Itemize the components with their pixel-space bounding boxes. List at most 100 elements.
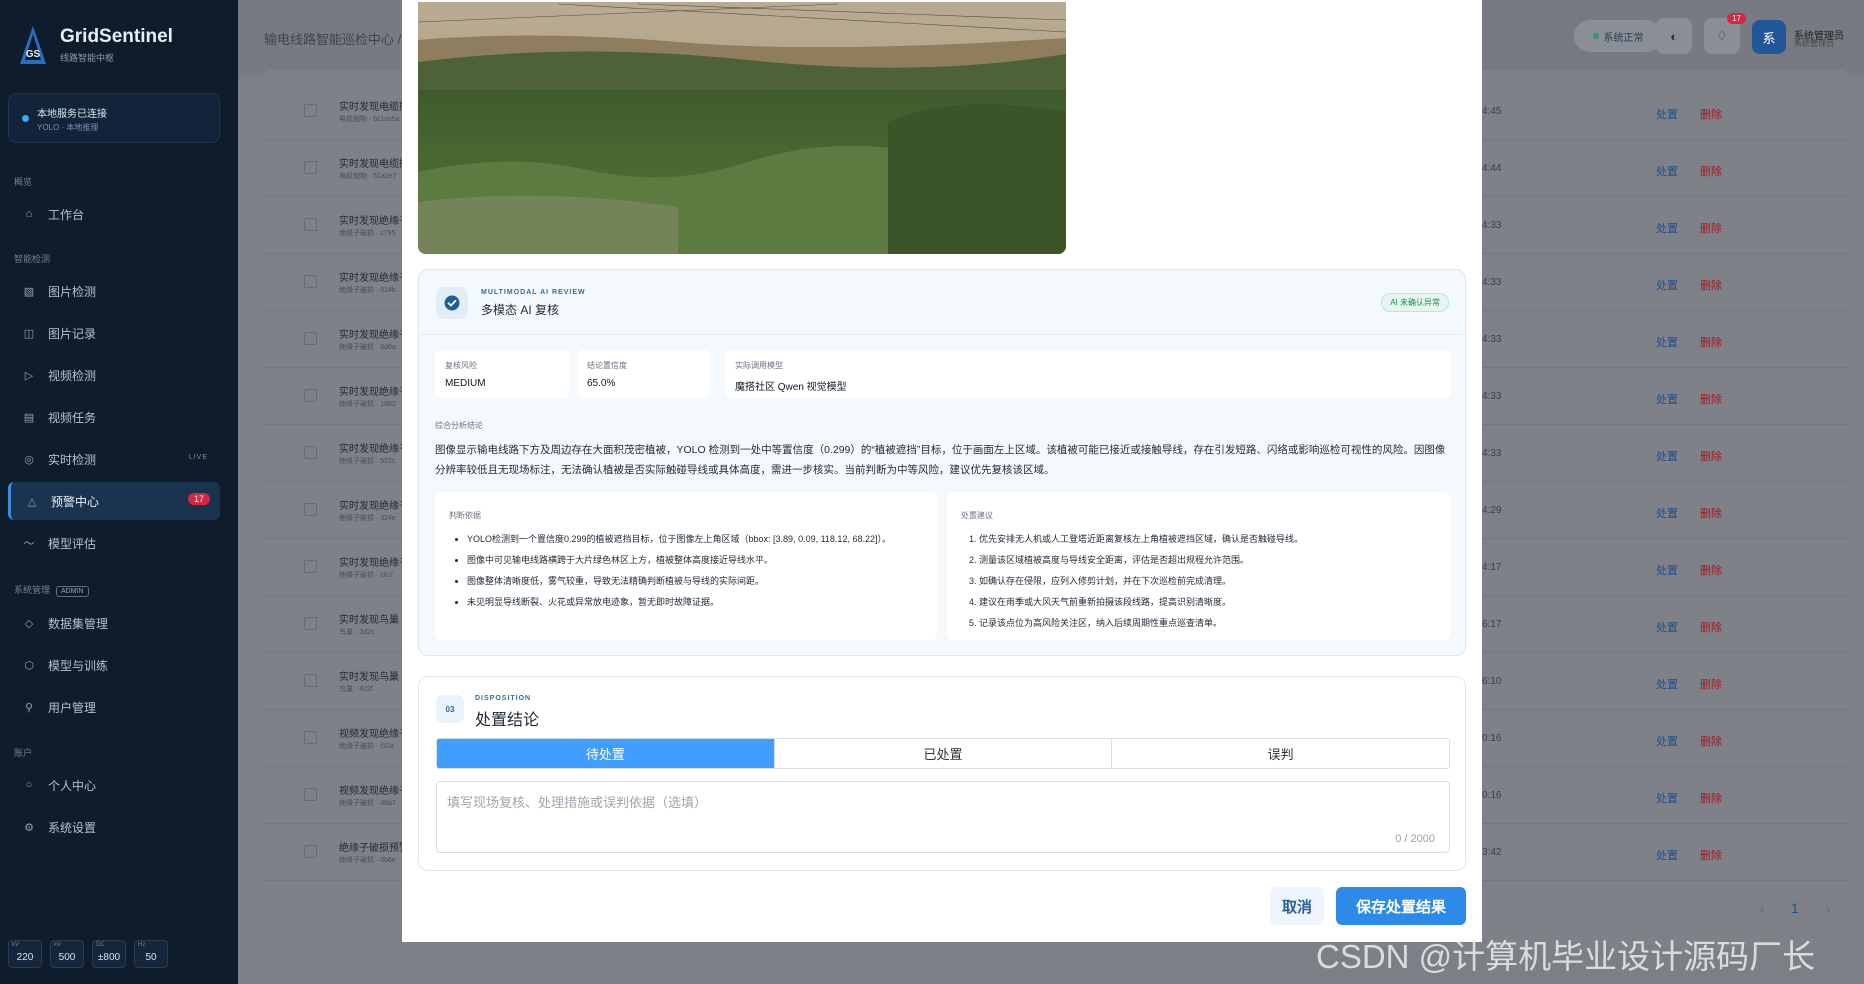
row-delete-link[interactable]: 删除 bbox=[1700, 220, 1722, 236]
row-delete-link[interactable]: 删除 bbox=[1700, 847, 1722, 863]
row-handle-link[interactable]: 处置 bbox=[1656, 562, 1678, 578]
sidebar-item-dataset[interactable]: ◇ 数据集管理 bbox=[8, 604, 220, 642]
row-delete-link[interactable]: 删除 bbox=[1700, 676, 1722, 692]
row-delete-link[interactable]: 删除 bbox=[1700, 505, 1722, 521]
row-checkbox[interactable] bbox=[304, 617, 317, 630]
status-option-false-alarm[interactable]: 误判 bbox=[1112, 739, 1449, 768]
row-delete-link[interactable]: 删除 bbox=[1700, 562, 1722, 578]
row-handle-link[interactable]: 处置 bbox=[1656, 448, 1678, 464]
sidebar-item-settings[interactable]: ⚙ 系统设置 bbox=[8, 808, 220, 846]
row-checkbox[interactable] bbox=[304, 731, 317, 744]
evidence-card: 判断依据 YOLO检测到一个置信度0.299的植被遮挡目标，位于图像左上角区域（… bbox=[435, 492, 937, 640]
row-handle-link[interactable]: 处置 bbox=[1656, 676, 1678, 692]
row-delete-link[interactable]: 删除 bbox=[1700, 277, 1722, 293]
breadcrumb[interactable]: 输电线路智能巡检中心 / bbox=[264, 29, 401, 48]
list-item: 记录该点位为高风险关注区，纳入后续周期性重点巡查清单。 bbox=[979, 613, 1437, 634]
row-delete-link[interactable]: 删除 bbox=[1700, 163, 1722, 179]
stat-chip: kV 220 bbox=[8, 940, 42, 968]
list-item: 如确认存在侵限，应列入修剪计划，并在下次巡检前完成清理。 bbox=[979, 571, 1437, 592]
avatar[interactable]: 系 bbox=[1752, 20, 1786, 54]
row-handle-link[interactable]: 处置 bbox=[1656, 505, 1678, 521]
stat-chip: DC ±800 bbox=[92, 940, 126, 968]
current-page[interactable]: 1 bbox=[1791, 900, 1799, 916]
row-handle-link[interactable]: 处置 bbox=[1656, 790, 1678, 806]
sidebar-item-video-tasks[interactable]: ▤ 视频任务 bbox=[8, 398, 220, 436]
prev-page-icon[interactable]: ‹ bbox=[1760, 902, 1764, 917]
row-delete-link[interactable]: 删除 bbox=[1700, 106, 1722, 122]
watermark-text: CSDN @计算机毕业设计源码厂长 bbox=[1316, 938, 1816, 975]
row-handle-link[interactable]: 处置 bbox=[1656, 619, 1678, 635]
row-time: 0:16 bbox=[1482, 790, 1502, 801]
row-checkbox[interactable] bbox=[304, 389, 317, 402]
row-checkbox[interactable] bbox=[304, 560, 317, 573]
row-title: 实时发现绝缘子 bbox=[339, 387, 405, 398]
row-handle-link[interactable]: 处置 bbox=[1656, 733, 1678, 749]
row-handle-link[interactable]: 处置 bbox=[1656, 220, 1678, 236]
sidebar-item-label: 图片记录 bbox=[48, 326, 97, 341]
brand[interactable]: GS GridSentinel 线路智能中枢 bbox=[18, 24, 173, 66]
section-label-text: 系统管理 bbox=[14, 585, 51, 595]
check-circle-icon bbox=[436, 287, 468, 319]
row-delete-link[interactable]: 删除 bbox=[1700, 790, 1722, 806]
metric-label: 结论置信度 bbox=[587, 361, 627, 370]
row-handle-link[interactable]: 处置 bbox=[1656, 277, 1678, 293]
disposition-note-input[interactable] bbox=[436, 781, 1450, 853]
sidebar-item-label: 系统设置 bbox=[48, 820, 97, 835]
sidebar-item-video-detect[interactable]: ▷ 视频检测 bbox=[8, 356, 220, 394]
sidebar-item-label: 个人中心 bbox=[48, 778, 97, 793]
sidebar-item-profile[interactable]: ○ 个人中心 bbox=[8, 766, 220, 804]
row-handle-link[interactable]: 处置 bbox=[1656, 334, 1678, 350]
row-handle-link[interactable]: 处置 bbox=[1656, 106, 1678, 122]
row-delete-link[interactable]: 删除 bbox=[1700, 391, 1722, 407]
row-title: 实时发现鸟巢 bbox=[339, 615, 399, 626]
sidebar: GS GridSentinel 线路智能中枢 本地服务已连接 YOLO · 本地… bbox=[0, 0, 238, 984]
sidebar-item-image-records[interactable]: ◫ 图片记录 bbox=[8, 314, 220, 352]
sidebar-item-model-train[interactable]: ⬡ 模型与训练 bbox=[8, 646, 220, 684]
notification-bell-icon[interactable]: ♢ 17 bbox=[1704, 13, 1746, 54]
row-checkbox[interactable] bbox=[304, 674, 317, 687]
advice-label: 处置建议 bbox=[961, 511, 993, 520]
row-checkbox[interactable] bbox=[304, 161, 317, 174]
row-sub: 绝缘子破损 · cfc7 bbox=[339, 572, 394, 579]
status-option-pending[interactable]: 待处置 bbox=[437, 739, 775, 768]
sidebar-item-realtime[interactable]: ◎ 实时检测 LIVE bbox=[8, 440, 220, 478]
next-page-icon[interactable]: › bbox=[1826, 902, 1830, 917]
sidebar-item-user-mgmt[interactable]: ⚲ 用户管理 bbox=[8, 688, 220, 726]
service-status-card: 本地服务已连接 YOLO · 本地推理 bbox=[8, 93, 220, 143]
stat-value: ±800 bbox=[97, 952, 121, 963]
row-handle-link[interactable]: 处置 bbox=[1656, 163, 1678, 179]
status-option-handled[interactable]: 已处置 bbox=[774, 739, 1113, 768]
row-time: 6:10 bbox=[1482, 676, 1502, 687]
row-checkbox[interactable] bbox=[304, 104, 317, 117]
row-handle-link[interactable]: 处置 bbox=[1656, 847, 1678, 863]
brand-name: GridSentinel bbox=[60, 26, 173, 47]
disposition-card: 03 DISPOSITION 处置结论 待处置 已处置 误判 0 / 2000 bbox=[418, 676, 1466, 871]
row-checkbox[interactable] bbox=[304, 845, 317, 858]
sidebar-item-workbench[interactable]: ⌂ 工作台 bbox=[8, 195, 220, 233]
row-delete-link[interactable]: 删除 bbox=[1700, 619, 1722, 635]
row-checkbox[interactable] bbox=[304, 332, 317, 345]
save-disposition-button[interactable]: 保存处置结果 bbox=[1336, 887, 1466, 925]
row-handle-link[interactable]: 处置 bbox=[1656, 391, 1678, 407]
disposition-title: 处置结论 bbox=[475, 712, 540, 729]
row-checkbox[interactable] bbox=[304, 446, 317, 459]
sidebar-item-alert-center[interactable]: △ 预警中心 17 bbox=[8, 482, 220, 520]
row-delete-link[interactable]: 删除 bbox=[1700, 733, 1722, 749]
row-delete-link[interactable]: 删除 bbox=[1700, 448, 1722, 464]
section-label-admin: 系统管理 ADMIN bbox=[14, 583, 89, 597]
row-checkbox[interactable] bbox=[304, 275, 317, 288]
theme-toggle-icon[interactable]: ◐ bbox=[1656, 18, 1692, 54]
cancel-button[interactable]: 取消 bbox=[1270, 887, 1324, 925]
row-checkbox[interactable] bbox=[304, 788, 317, 801]
row-checkbox[interactable] bbox=[304, 218, 317, 231]
list-item: 建议在雨季或大风天气前重新拍摄该段线路，提高识别清晰度。 bbox=[979, 592, 1437, 613]
settings-icon: ⚙ bbox=[24, 821, 34, 834]
sidebar-item-label: 工作台 bbox=[48, 207, 85, 222]
row-checkbox[interactable] bbox=[304, 503, 317, 516]
row-delete-link[interactable]: 删除 bbox=[1700, 334, 1722, 350]
sidebar-item-image-detect[interactable]: ▧ 图片检测 bbox=[8, 272, 220, 310]
sidebar-item-model-eval[interactable]: 〜 模型评估 bbox=[8, 524, 220, 562]
disposition-status-segmented: 待处置 已处置 误判 bbox=[436, 738, 1450, 769]
list-item: 未见明显导线断裂、火花或异常放电迹象，暂无即时故障证据。 bbox=[467, 592, 923, 613]
row-sub: 绝缘子破损 · 1862 bbox=[339, 401, 396, 408]
